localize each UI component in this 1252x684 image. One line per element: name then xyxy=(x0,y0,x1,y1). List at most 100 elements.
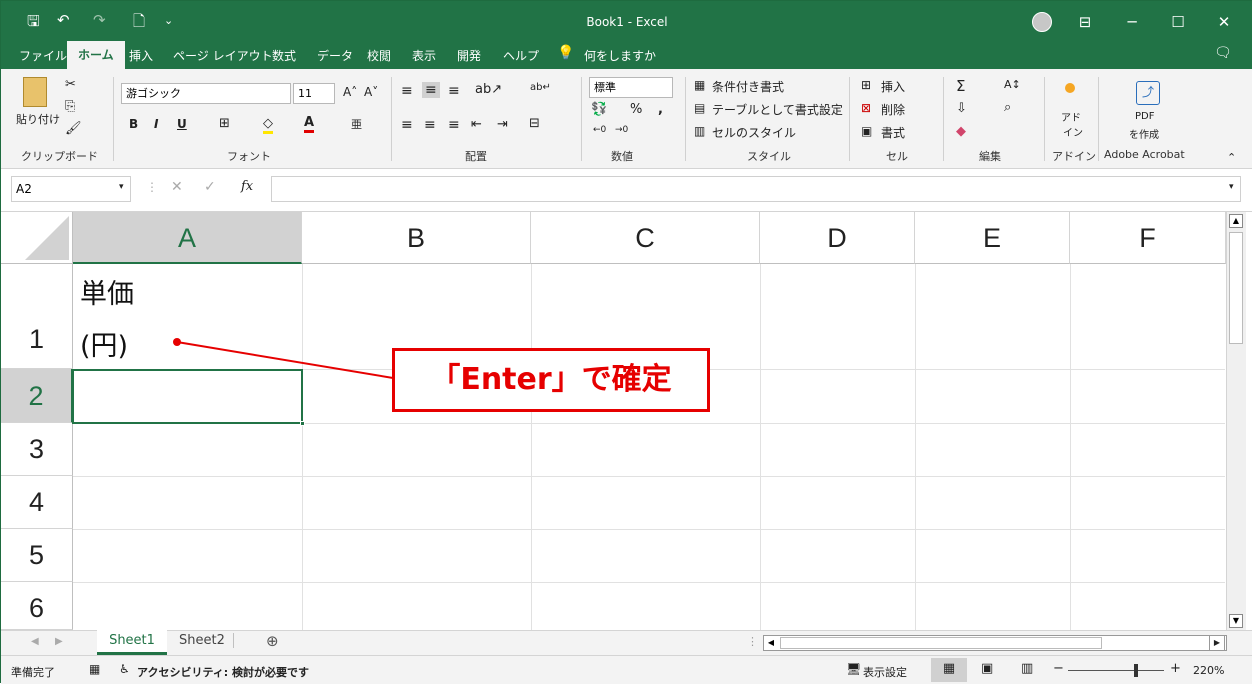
format-as-table-icon[interactable]: ▤ xyxy=(694,101,705,115)
name-box[interactable]: A2 xyxy=(11,176,131,202)
display-settings-button[interactable]: 表示設定 xyxy=(863,664,907,680)
paste-icon[interactable] xyxy=(23,77,47,107)
percent-style-button[interactable]: % xyxy=(630,102,642,117)
orientation-icon[interactable]: ab↗ xyxy=(475,82,502,97)
align-top-icon[interactable]: ≡ xyxy=(401,83,413,99)
format-cells-icon[interactable]: ▣ xyxy=(861,124,872,138)
sort-filter-icon[interactable]: A↕ xyxy=(1004,78,1021,91)
underline-icon[interactable]: U xyxy=(177,117,187,131)
column-header-c[interactable]: C xyxy=(531,212,760,264)
page-layout-view-icon[interactable]: ▣ xyxy=(981,661,993,676)
wrap-text-icon[interactable]: ab↵ xyxy=(530,82,551,93)
row-header-1[interactable]: 1 xyxy=(1,264,73,369)
merge-center-icon[interactable]: ⊟ xyxy=(529,116,540,131)
confirm-icon[interactable]: ✓ xyxy=(204,179,216,195)
conditional-format-icon[interactable]: ▦ xyxy=(694,78,705,92)
delete-cells-icon[interactable]: ⊠ xyxy=(861,101,871,115)
currency-icon[interactable]: 💱 xyxy=(591,102,607,117)
decrease-font-icon[interactable]: A˅ xyxy=(364,85,378,99)
row-header-6[interactable]: 6 xyxy=(1,582,73,630)
decrease-decimal-icon[interactable]: →0 xyxy=(615,125,628,135)
zoom-in-icon[interactable]: + xyxy=(1170,661,1181,676)
close-button[interactable]: ✕ xyxy=(1201,9,1247,35)
fill-color-icon[interactable]: ◇ xyxy=(263,116,273,134)
tab-insert[interactable]: 挿入 xyxy=(129,47,153,64)
accessibility-icon[interactable]: ♿ xyxy=(119,662,130,676)
cancel-icon[interactable]: ✕ xyxy=(171,179,183,195)
tab-review[interactable]: 校閲 xyxy=(367,47,391,64)
column-header-a[interactable]: A xyxy=(73,212,302,264)
cell-a1-line1[interactable]: 単価 xyxy=(80,272,134,311)
column-header-f[interactable]: F xyxy=(1070,212,1226,264)
decrease-indent-icon[interactable]: ⇤ xyxy=(471,117,482,132)
vertical-scroll-thumb[interactable] xyxy=(1229,232,1243,344)
increase-decimal-icon[interactable]: ←0 xyxy=(593,125,606,135)
ribbon-display-icon[interactable]: ⊟ xyxy=(1062,9,1108,35)
zoom-level[interactable]: 220% xyxy=(1193,664,1224,677)
active-cell-a2[interactable] xyxy=(72,369,305,426)
format-painter-icon[interactable]: 🖌 xyxy=(65,121,82,136)
autosum-icon[interactable]: Σ xyxy=(956,77,965,95)
align-middle-icon[interactable]: ≡ xyxy=(422,82,440,98)
normal-view-icon[interactable]: ▦ xyxy=(931,658,967,682)
next-sheet-icon[interactable]: ▶ xyxy=(55,636,63,647)
display-settings-icon[interactable]: 🖥 xyxy=(846,662,861,676)
bold-icon[interactable]: B xyxy=(129,117,138,131)
delete-cells-button[interactable]: 削除 xyxy=(881,101,905,118)
phonetic-icon[interactable]: 亜 xyxy=(351,116,362,132)
vertical-scrollbar[interactable]: ▲ ▼ xyxy=(1226,212,1246,630)
clear-icon[interactable]: ◆ xyxy=(956,124,966,139)
tab-file[interactable]: ファイル xyxy=(19,47,67,64)
macro-record-icon[interactable]: ▦ xyxy=(89,662,100,676)
tab-data[interactable]: データ xyxy=(317,47,353,64)
italic-icon[interactable]: I xyxy=(154,117,158,131)
tab-home[interactable]: ホーム xyxy=(67,41,125,69)
cell-styles-button[interactable]: セルのスタイル xyxy=(712,124,796,141)
pdf-icon[interactable]: ⤴ xyxy=(1136,81,1160,105)
cut-icon[interactable]: ✂ xyxy=(65,77,76,92)
row-header-5[interactable]: 5 xyxy=(1,529,73,582)
insert-function-icon[interactable]: fx xyxy=(241,179,253,194)
create-pdf-line2[interactable]: を作成 xyxy=(1129,126,1159,141)
border-icon[interactable]: ⊞ xyxy=(219,116,230,131)
addins-line2[interactable]: イン xyxy=(1063,124,1083,139)
scroll-left-icon[interactable]: ◀ xyxy=(765,637,777,649)
insert-cells-button[interactable]: 挿入 xyxy=(881,78,905,95)
font-color-icon[interactable]: A xyxy=(304,115,315,133)
align-right-icon[interactable]: ≡ xyxy=(448,117,460,133)
format-as-table-button[interactable]: テーブルとして書式設定 xyxy=(712,101,843,118)
collapse-ribbon-icon[interactable]: ⌃ xyxy=(1227,151,1236,164)
zoom-slider[interactable] xyxy=(1068,670,1164,671)
tab-formulas[interactable]: 数式 xyxy=(272,47,296,64)
find-select-icon[interactable]: ⌕ xyxy=(1004,100,1011,115)
format-cells-button[interactable]: 書式 xyxy=(881,124,905,141)
scroll-down-icon[interactable]: ▼ xyxy=(1229,614,1243,628)
paste-button[interactable]: 貼り付け xyxy=(16,111,60,127)
conditional-format-button[interactable]: 条件付き書式 xyxy=(712,78,784,95)
align-bottom-icon[interactable]: ≡ xyxy=(448,83,460,99)
page-break-view-icon[interactable]: ▥ xyxy=(1021,661,1033,676)
font-name-select[interactable]: 游ゴシック xyxy=(121,83,291,104)
align-center-icon[interactable]: ≡ xyxy=(424,117,436,133)
tell-me-search[interactable]: 何をしますか xyxy=(584,47,656,64)
font-size-select[interactable]: 11 xyxy=(293,83,335,104)
horizontal-scrollbar[interactable]: ◀ xyxy=(763,635,1227,651)
tab-page-layout[interactable]: ページ レイアウト xyxy=(173,47,273,64)
insert-cells-icon[interactable]: ⊞ xyxy=(861,78,871,92)
fill-handle[interactable] xyxy=(300,421,305,426)
row-header-2[interactable]: 2 xyxy=(1,369,73,423)
number-format-select[interactable]: 標準 xyxy=(589,77,673,98)
align-left-icon[interactable]: ≡ xyxy=(401,117,413,133)
increase-indent-icon[interactable]: ⇥ xyxy=(497,117,508,132)
row-header-4[interactable]: 4 xyxy=(1,476,73,529)
expand-formula-bar-icon[interactable]: ▾ xyxy=(1229,182,1234,192)
formula-input[interactable] xyxy=(271,176,1241,202)
name-box-dropdown-icon[interactable]: ▾ xyxy=(119,182,124,192)
zoom-out-icon[interactable]: − xyxy=(1053,661,1064,676)
prev-sheet-icon[interactable]: ◀ xyxy=(31,636,39,647)
sheet-tab-1[interactable]: Sheet1 xyxy=(97,630,167,655)
tab-view[interactable]: 表示 xyxy=(412,47,436,64)
tab-developer[interactable]: 開発 xyxy=(457,47,481,64)
cell-a1-line2[interactable]: (円) xyxy=(80,324,128,363)
minimize-button[interactable]: ─ xyxy=(1109,9,1155,35)
